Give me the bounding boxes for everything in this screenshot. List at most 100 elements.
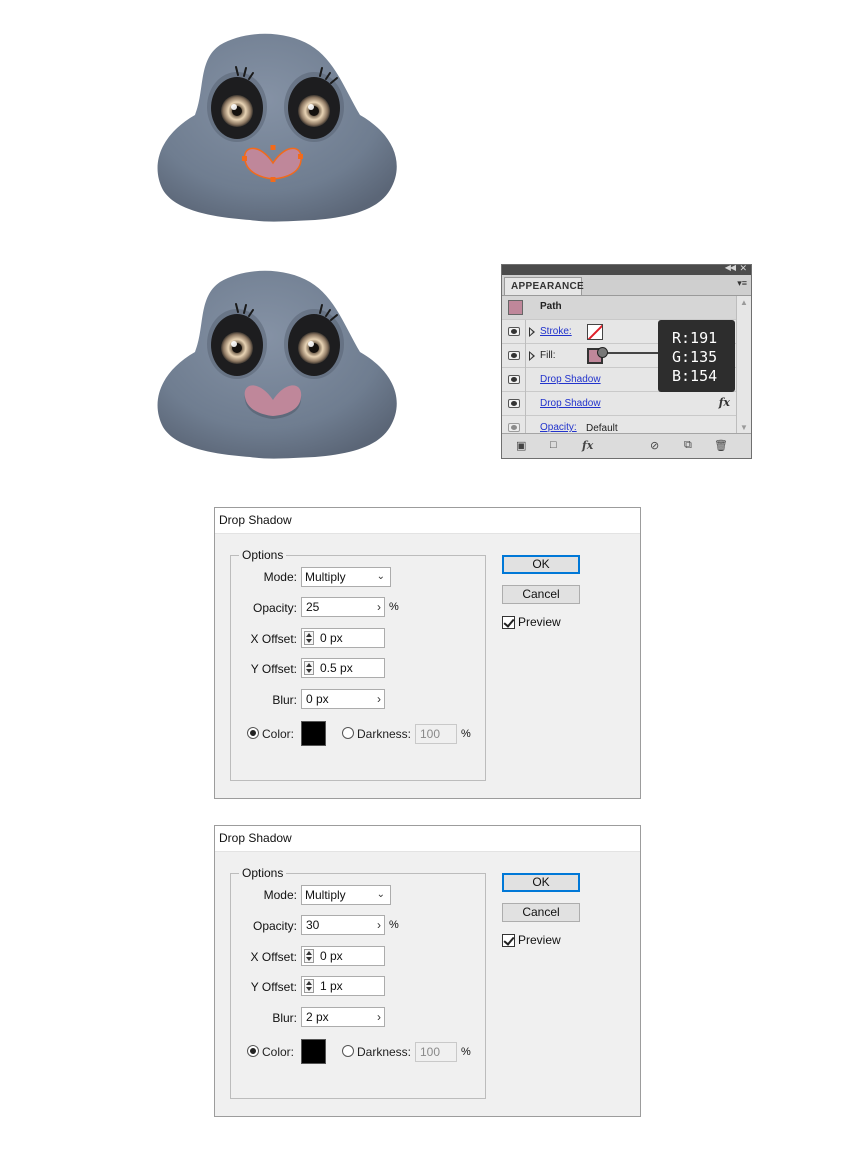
- trash-icon[interactable]: 🗑: [714, 439, 728, 452]
- cancel-button[interactable]: Cancel: [502, 585, 580, 604]
- stroke-none-swatch[interactable]: [587, 324, 603, 340]
- dialog-title: Drop Shadow: [215, 508, 640, 534]
- darkness-label: Darkness:: [357, 727, 412, 741]
- y-offset-stepper[interactable]: 1 px: [301, 976, 385, 996]
- mole-illustration-final: [157, 270, 397, 459]
- spinner-icon[interactable]: [304, 661, 314, 675]
- rgb-green-value: G:135: [672, 348, 718, 366]
- stroke-link[interactable]: Stroke:: [540, 326, 572, 337]
- fill-label: Fill:: [540, 350, 556, 361]
- panel-menu-icon[interactable]: ▾≡: [737, 278, 747, 289]
- mode-label: Mode:: [263, 570, 297, 584]
- preview-label: Preview: [518, 615, 561, 629]
- scroll-up-icon[interactable]: ▲: [740, 298, 748, 307]
- color-slider-track: [602, 352, 662, 354]
- anchor-point: [298, 154, 303, 159]
- panel-scrollbar[interactable]: ▲ ▼: [736, 296, 751, 434]
- preview-label: Preview: [518, 933, 561, 947]
- chevron-right-icon[interactable]: ›: [377, 598, 381, 616]
- color-label: Color:: [262, 727, 295, 741]
- visibility-eye-icon[interactable]: [508, 375, 520, 384]
- chevron-right-icon[interactable]: ›: [377, 916, 381, 934]
- x-offset-label: X Offset:: [250, 632, 297, 646]
- y-offset-label: Y Offset:: [250, 980, 297, 994]
- y-offset-stepper[interactable]: 0.5 px: [301, 658, 385, 678]
- opacity-label: Opacity:: [252, 919, 297, 933]
- shadow-color-swatch[interactable]: [301, 1039, 326, 1064]
- dialog-title: Drop Shadow: [215, 826, 640, 852]
- duplicate-item-icon[interactable]: ⧉: [684, 439, 692, 452]
- anchor-point: [270, 145, 276, 150]
- add-new-stroke-icon[interactable]: ▣: [516, 439, 526, 452]
- opacity-link[interactable]: Opacity:: [540, 422, 577, 433]
- darkness-input: 100: [415, 724, 457, 744]
- ok-button[interactable]: OK: [502, 555, 580, 574]
- preview-checkbox[interactable]: [502, 934, 515, 947]
- preview-checkbox[interactable]: [502, 616, 515, 629]
- x-offset-label: X Offset:: [250, 950, 297, 964]
- add-new-fill-icon[interactable]: □: [550, 439, 557, 451]
- darkness-input: 100: [415, 1042, 457, 1062]
- appearance-row-path[interactable]: Path: [502, 296, 736, 320]
- mode-label: Mode:: [263, 888, 297, 902]
- scroll-down-icon[interactable]: ▼: [740, 423, 748, 432]
- drop-shadow-link[interactable]: Drop Shadow: [540, 374, 601, 385]
- shadow-color-swatch[interactable]: [301, 721, 326, 746]
- panel-tab-bar: APPEARANCE ▾≡: [502, 275, 751, 296]
- tab-appearance[interactable]: APPEARANCE: [504, 277, 584, 295]
- visibility-eye-icon[interactable]: [508, 399, 520, 408]
- collapse-icon[interactable]: ◀◀: [725, 263, 736, 272]
- blur-input[interactable]: 2 px ›: [301, 1007, 385, 1027]
- anchor-point: [242, 156, 247, 161]
- chevron-right-icon[interactable]: ›: [377, 1008, 381, 1026]
- path-label: Path: [540, 301, 562, 312]
- blur-label: Blur:: [272, 1011, 297, 1025]
- fx-icon[interactable]: fx: [719, 396, 730, 409]
- anchor-point: [270, 177, 276, 182]
- drop-shadow-dialog-1: Drop Shadow Options Mode: Multiply ⌄ Opac…: [214, 507, 641, 799]
- darkness-radio[interactable]: [342, 1045, 354, 1057]
- mode-select[interactable]: Multiply ⌄: [301, 885, 391, 905]
- chevron-right-icon[interactable]: ›: [377, 690, 381, 708]
- spinner-icon[interactable]: [304, 949, 314, 963]
- darkness-unit: %: [461, 728, 471, 740]
- mole-illustration-selected: [157, 33, 397, 222]
- options-group-title: Options: [239, 866, 287, 880]
- x-offset-stepper[interactable]: 0 px: [301, 628, 385, 648]
- chevron-down-icon: ⌄: [376, 571, 385, 582]
- options-group-title: Options: [239, 548, 287, 562]
- spinner-icon[interactable]: [304, 631, 314, 645]
- blur-label: Blur:: [272, 693, 297, 707]
- darkness-label: Darkness:: [357, 1045, 412, 1059]
- visibility-eye-icon[interactable]: [508, 351, 520, 360]
- spinner-icon[interactable]: [304, 979, 314, 993]
- color-slider-knob[interactable]: [597, 347, 608, 358]
- mole-body: [157, 33, 397, 222]
- color-label: Color:: [262, 1045, 295, 1059]
- appearance-row-drop-shadow[interactable]: Drop Shadow fx: [502, 392, 736, 416]
- visibility-eye-icon[interactable]: [508, 327, 520, 336]
- opacity-input[interactable]: 25 ›: [301, 597, 385, 617]
- drop-shadow-dialog-2: Drop Shadow Options Mode: Multiply ⌄ Opac…: [214, 825, 641, 1117]
- visibility-eye-icon[interactable]: [508, 423, 520, 432]
- ok-button[interactable]: OK: [502, 873, 580, 892]
- mode-select[interactable]: Multiply ⌄: [301, 567, 391, 587]
- cancel-button[interactable]: Cancel: [502, 903, 580, 922]
- opacity-unit: %: [389, 601, 399, 613]
- color-radio[interactable]: [247, 1045, 259, 1057]
- expand-triangle-icon[interactable]: [529, 351, 535, 361]
- blur-input[interactable]: 0 px ›: [301, 689, 385, 709]
- expand-triangle-icon[interactable]: [529, 327, 535, 337]
- add-effect-fx-icon[interactable]: fx: [582, 439, 593, 452]
- drop-shadow-link[interactable]: Drop Shadow: [540, 398, 601, 409]
- path-thumbnail: [508, 300, 523, 315]
- rgb-red-value: R:191: [672, 329, 718, 347]
- darkness-unit: %: [461, 1046, 471, 1058]
- x-offset-stepper[interactable]: 0 px: [301, 946, 385, 966]
- color-radio[interactable]: [247, 727, 259, 739]
- opacity-input[interactable]: 30 ›: [301, 915, 385, 935]
- darkness-radio[interactable]: [342, 727, 354, 739]
- close-icon[interactable]: ✕: [739, 263, 747, 274]
- opacity-unit: %: [389, 919, 399, 931]
- clear-appearance-icon[interactable]: ⊘: [650, 439, 659, 452]
